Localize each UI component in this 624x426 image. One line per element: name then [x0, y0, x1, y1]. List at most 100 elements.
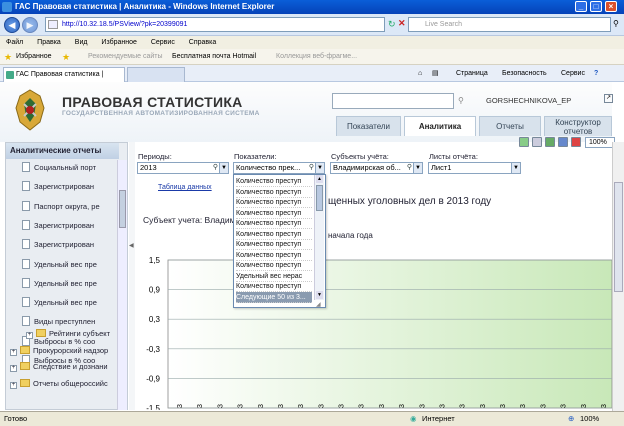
add-favorite-icon[interactable]: ★: [62, 49, 70, 65]
sheet-dropdown-icon[interactable]: ▼: [511, 163, 520, 173]
address-field[interactable]: http://10.32.18.5/PSView/?pk=20399091: [45, 17, 385, 32]
report-zoom-select[interactable]: 100%: [585, 137, 615, 148]
status-zoom[interactable]: 100%: [580, 412, 599, 426]
menu-help[interactable]: Справка: [189, 39, 216, 46]
scroll-down-icon[interactable]: ▼: [316, 291, 323, 299]
favorites-button[interactable]: Избранное: [16, 49, 51, 65]
search-icon[interactable]: ⚲: [613, 19, 619, 28]
x-tick-label: 3: [399, 404, 406, 408]
minimize-button[interactable]: _: [575, 1, 587, 12]
expand-icon[interactable]: +: [10, 381, 17, 389]
print-icon[interactable]: ▤: [432, 68, 439, 80]
indicator-search-icon[interactable]: ⚲: [309, 163, 314, 173]
tab-analytics[interactable]: Аналитика: [404, 116, 476, 136]
tab-report-builder[interactable]: Конструктор отчетов: [544, 116, 612, 136]
x-tick-label: 3: [480, 404, 487, 408]
app-search-icon[interactable]: ⚲: [458, 96, 464, 105]
dropdown-option[interactable]: Количество преступ: [236, 187, 312, 198]
collapse-arrow-icon[interactable]: ◀: [129, 242, 134, 249]
sidebar-tree-folder[interactable]: + Прокурорский надзор: [10, 343, 118, 359]
subject-select[interactable]: Владимирская об... ⚲ ▼: [330, 162, 423, 174]
app-subtitle: ГОСУДАРСТВЕННАЯ АВТОМАТИЗИРОВАННАЯ СИСТЕ…: [62, 110, 260, 117]
menu-tools[interactable]: Сервис: [151, 39, 175, 46]
dropdown-scrollbar[interactable]: ▲ ▼: [314, 175, 324, 300]
menu-file[interactable]: Файл: [6, 39, 23, 46]
sidebar-scrollbar[interactable]: [117, 160, 127, 410]
refresh-report-icon[interactable]: [519, 137, 529, 147]
home-icon[interactable]: ⌂: [418, 68, 422, 80]
period-dropdown-icon[interactable]: ▼: [219, 163, 228, 173]
menu-tools-cmd[interactable]: Сервис: [561, 68, 585, 80]
sidebar-tree-folder[interactable]: + Следствие и дознани: [10, 359, 118, 375]
expand-icon[interactable]: +: [10, 365, 17, 372]
sidebar-report-item[interactable]: Зарегистрирован: [22, 179, 120, 195]
dropdown-option[interactable]: Удельный вес нерас: [236, 271, 312, 282]
scroll-up-icon[interactable]: ▲: [316, 175, 323, 183]
subject-dropdown-icon[interactable]: ▼: [413, 163, 422, 173]
dropdown-option[interactable]: Количество преступ: [236, 239, 312, 250]
address-toolbar: ◀ ▶ http://10.32.18.5/PSView/?pk=2039909…: [0, 14, 624, 36]
resize-grip-icon[interactable]: ◢: [316, 301, 321, 308]
expand-icon[interactable]: +: [26, 332, 33, 339]
sidebar-report-item[interactable]: Удельный вес пре: [22, 257, 120, 273]
favorite-item-webslice[interactable]: Коллекция веб-фрагме...: [276, 49, 357, 65]
subject-search-icon[interactable]: ⚲: [407, 163, 412, 173]
sidebar-report-item[interactable]: Удельный вес пре: [22, 295, 120, 311]
menu-edit[interactable]: Правка: [37, 39, 61, 46]
export-word-icon[interactable]: [558, 137, 568, 147]
dropdown-next-page-item[interactable]: Следующие 50 из 3...: [236, 291, 312, 303]
help-icon[interactable]: ?: [594, 68, 598, 80]
period-search-icon[interactable]: ⚲: [213, 163, 218, 173]
app-search-input[interactable]: [332, 93, 454, 109]
export-excel-icon[interactable]: [545, 137, 555, 147]
sidebar-report-item[interactable]: Удельный вес пре: [22, 276, 120, 292]
menu-favorites[interactable]: Избранное: [101, 39, 136, 46]
dropdown-option[interactable]: Количество преступ: [236, 218, 312, 229]
favorite-item-recommended[interactable]: Рекомендуемые сайты: [88, 49, 162, 65]
menu-page[interactable]: Страница: [456, 68, 488, 80]
back-button[interactable]: ◀: [4, 17, 20, 33]
sidebar-report-item[interactable]: Паспорт округа, ре: [22, 199, 120, 215]
period-select[interactable]: 2013 ⚲ ▼: [137, 162, 229, 174]
folder-icon: [20, 378, 30, 387]
sidebar-tree-folder[interactable]: + Отчеты общероссийс: [10, 376, 118, 392]
print-report-icon[interactable]: [532, 137, 542, 147]
sidebar-scroll-thumb[interactable]: [119, 190, 126, 228]
stop-icon[interactable]: ✕: [398, 18, 406, 29]
indicator-dropdown-icon[interactable]: ▼: [315, 163, 324, 173]
export-pdf-icon[interactable]: [571, 137, 581, 147]
search-input[interactable]: Live Search: [408, 17, 611, 32]
app-title: ПРАВОВАЯ СТАТИСТИКА: [62, 94, 243, 110]
sidebar-report-item[interactable]: Зарегистрирован: [22, 218, 120, 234]
forward-button[interactable]: ▶: [22, 17, 38, 33]
dropdown-option[interactable]: Количество преступ: [236, 260, 312, 271]
sidebar-report-item[interactable]: Социальный порт: [22, 160, 120, 176]
tab-reports[interactable]: Отчеты: [479, 116, 541, 136]
maximize-button[interactable]: □: [590, 1, 602, 12]
favorite-item-hotmail[interactable]: Бесплатная почта Hotmail: [172, 49, 256, 65]
refresh-icon[interactable]: ↻: [388, 19, 396, 30]
new-tab-button[interactable]: [127, 67, 185, 82]
report-subject: Субъект учета: Владим: [143, 215, 236, 225]
dropdown-option-label: Количество преступ: [236, 283, 302, 290]
dropdown-option[interactable]: Количество преступ: [236, 197, 312, 208]
close-window-button[interactable]: ×: [605, 1, 617, 12]
sheet-select[interactable]: Лист1 ▼: [428, 162, 521, 174]
dropdown-option[interactable]: Количество преступ: [236, 176, 312, 187]
tab-indicators[interactable]: Показатели: [336, 116, 401, 136]
sidebar-report-item[interactable]: Зарегистрирован: [22, 237, 120, 253]
data-table-link[interactable]: Таблица данных: [158, 184, 212, 191]
logout-icon[interactable]: ↗: [604, 94, 613, 103]
dropdown-option[interactable]: Количество преступ: [236, 250, 312, 261]
page-scroll-thumb[interactable]: [614, 182, 623, 292]
indicator-select[interactable]: Количество прек... ⚲ ▼: [233, 162, 325, 174]
menu-view[interactable]: Вид: [75, 39, 88, 46]
browser-tab-active[interactable]: ГАС Правовая статистика | Аналитика: [3, 67, 125, 92]
expand-icon[interactable]: +: [10, 348, 17, 356]
dropdown-option[interactable]: Количество преступ: [236, 208, 312, 219]
dropdown-scroll-thumb[interactable]: [316, 185, 323, 211]
dropdown-option[interactable]: Количество преступ: [236, 229, 312, 240]
dropdown-option[interactable]: Количество преступ: [236, 281, 312, 292]
page-scrollbar[interactable]: [612, 142, 624, 411]
menu-safety[interactable]: Безопасность: [502, 68, 547, 80]
